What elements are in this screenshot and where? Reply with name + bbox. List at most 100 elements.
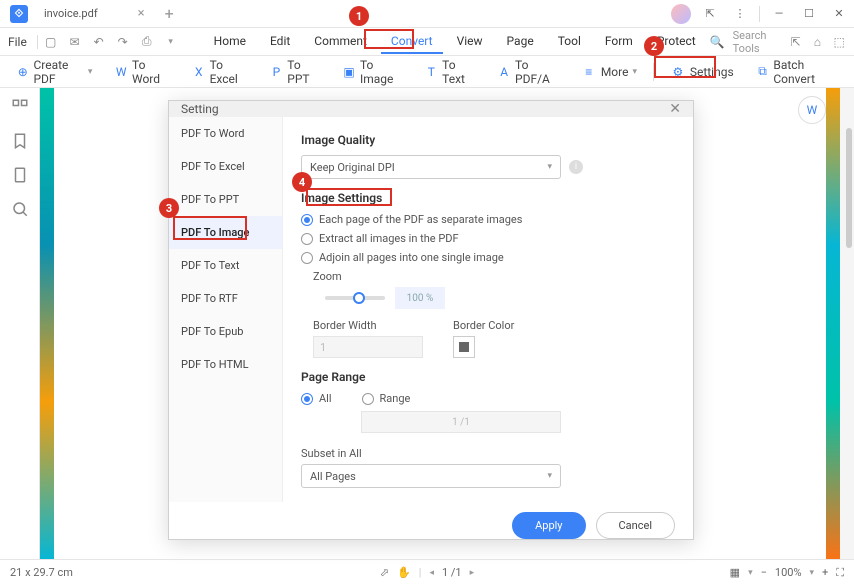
minimize-icon[interactable]: — xyxy=(768,3,790,25)
cancel-button[interactable]: Cancel xyxy=(596,512,675,539)
page-range-title: Page Range xyxy=(301,370,675,384)
dialog-main: Image Quality Keep Original DPI▾ i Image… xyxy=(283,117,693,502)
border-color-label: Border Color xyxy=(453,319,514,332)
to-word-button[interactable]: WTo Word xyxy=(108,55,176,89)
image-settings-title: Image Settings xyxy=(301,191,675,205)
subset-label: Subset in All xyxy=(301,447,675,460)
tab-convert[interactable]: Convert xyxy=(381,30,443,54)
side-pdf-to-ppt[interactable]: PDF To PPT xyxy=(169,183,282,216)
prev-page-icon[interactable]: ◂ xyxy=(429,568,434,578)
subset-dropdown[interactable]: All Pages▾ xyxy=(301,464,561,488)
left-sidebar xyxy=(0,88,40,559)
radio-all[interactable]: All xyxy=(301,392,332,405)
share-icon[interactable]: ⇱ xyxy=(699,3,721,25)
file-menu[interactable]: File xyxy=(8,35,27,49)
qat-expand-icon[interactable]: ▾ xyxy=(162,33,180,51)
zoom-label: Zoom xyxy=(313,270,675,283)
ext3-icon[interactable]: ⬚ xyxy=(832,33,846,51)
to-text-button[interactable]: TTo Text xyxy=(418,55,481,89)
tab-tool[interactable]: Tool xyxy=(548,30,591,54)
image-quality-title: Image Quality xyxy=(301,133,675,147)
mail-icon[interactable]: ✉ xyxy=(66,33,84,51)
zoom-slider[interactable] xyxy=(325,296,385,300)
convert-toolbar: ⊕Create PDF▾ WTo Word XTo Excel PTo PPT … xyxy=(0,56,854,88)
tab-protect[interactable]: Protect xyxy=(647,30,706,54)
side-pdf-to-html[interactable]: PDF To HTML xyxy=(169,348,282,381)
border-width-input[interactable]: 1 xyxy=(313,336,423,358)
page-size: 21 x 29.7 cm xyxy=(10,566,73,579)
statusbar: 21 x 29.7 cm ⬀ ✋ | ◂ 1 /1 ▸ ▦ ▾ − 100% ▾… xyxy=(0,559,854,585)
close-window-icon[interactable]: ✕ xyxy=(828,3,850,25)
more-icon[interactable]: ⋮ xyxy=(729,3,751,25)
tab-view[interactable]: View xyxy=(447,30,493,54)
settings-button[interactable]: ⚙Settings xyxy=(664,61,740,83)
add-tab-icon[interactable]: + xyxy=(165,4,174,23)
radio-range[interactable]: Range xyxy=(362,392,411,405)
tab-filename: invoice.pdf xyxy=(44,7,98,20)
fit-icon[interactable]: ⛶ xyxy=(836,566,844,580)
zoom-level: 100% xyxy=(775,566,802,579)
side-pdf-to-excel[interactable]: PDF To Excel xyxy=(169,150,282,183)
cursor-icon[interactable]: ⬀ xyxy=(380,566,389,579)
batch-convert-button[interactable]: ⧉Batch Convert xyxy=(750,55,844,89)
side-pdf-to-text[interactable]: PDF To Text xyxy=(169,249,282,282)
redo-icon[interactable]: ↷ xyxy=(114,33,132,51)
titlebar: ⟐ invoice.pdf × + ⇱ ⋮ — ☐ ✕ xyxy=(0,0,854,28)
print-icon[interactable]: ⎙ xyxy=(138,33,156,51)
zoom-value: 100 % xyxy=(395,287,445,309)
next-page-icon[interactable]: ▸ xyxy=(470,568,475,578)
search-icon[interactable] xyxy=(11,200,29,218)
ext2-icon[interactable]: ⌂ xyxy=(811,33,825,51)
to-excel-button[interactable]: XTo Excel xyxy=(186,55,254,89)
radio-adjoin-pages[interactable]: Adjoin all pages into one single image xyxy=(301,251,675,264)
page-indicator: 1 /1 xyxy=(442,566,462,579)
zoom-out-icon[interactable]: − xyxy=(761,566,767,579)
tab-edit[interactable]: Edit xyxy=(260,30,300,54)
radio-extract-images[interactable]: Extract all images in the PDF xyxy=(301,232,675,245)
dialog-sidebar: PDF To Word PDF To Excel PDF To PPT PDF … xyxy=(169,117,283,502)
word-float-icon[interactable]: W xyxy=(798,96,826,124)
radio-each-page[interactable]: Each page of the PDF as separate images xyxy=(301,213,675,226)
to-image-button[interactable]: ▣To Image xyxy=(336,55,408,89)
border-width-label: Border Width xyxy=(313,319,423,332)
search-input[interactable]: Search Tools xyxy=(733,29,781,55)
to-pdfa-button[interactable]: ATo PDF/A xyxy=(491,55,564,89)
menubar: File ▢ ✉ ↶ ↷ ⎙ ▾ Home Edit Comment Conve… xyxy=(0,28,854,56)
document-tab[interactable]: invoice.pdf × xyxy=(34,0,155,27)
border-color-input[interactable] xyxy=(453,336,475,358)
scrollbar[interactable] xyxy=(846,128,852,248)
settings-dialog: Setting ✕ PDF To Word PDF To Excel PDF T… xyxy=(168,100,694,540)
bookmark-icon[interactable] xyxy=(11,132,29,150)
layout-icon[interactable]: ▦ xyxy=(730,566,740,579)
side-pdf-to-epub[interactable]: PDF To Epub xyxy=(169,315,282,348)
more-button[interactable]: ≡More▾ xyxy=(575,61,643,83)
image-quality-dropdown[interactable]: Keep Original DPI▾ xyxy=(301,155,561,179)
maximize-icon[interactable]: ☐ xyxy=(798,3,820,25)
avatar[interactable] xyxy=(671,4,691,24)
range-input[interactable]: 1 /1 xyxy=(361,411,561,433)
dialog-close-icon[interactable]: ✕ xyxy=(669,101,681,117)
tab-home[interactable]: Home xyxy=(204,30,256,54)
tab-page[interactable]: Page xyxy=(497,30,544,54)
tab-form[interactable]: Form xyxy=(595,30,643,54)
undo-icon[interactable]: ↶ xyxy=(90,33,108,51)
attachment-icon[interactable] xyxy=(11,166,29,184)
to-ppt-button[interactable]: PTo PPT xyxy=(264,55,327,89)
side-pdf-to-image[interactable]: PDF To Image xyxy=(169,216,282,249)
zoom-in-icon[interactable]: + xyxy=(822,566,828,579)
save-icon[interactable]: ▢ xyxy=(42,33,60,51)
ext1-icon[interactable]: ⇱ xyxy=(789,33,803,51)
app-icon: ⟐ xyxy=(10,5,28,23)
close-tab-icon[interactable]: × xyxy=(138,6,145,21)
dialog-header: Setting ✕ xyxy=(169,101,693,117)
side-pdf-to-word[interactable]: PDF To Word xyxy=(169,117,282,150)
dialog-title: Setting xyxy=(181,102,219,116)
side-pdf-to-rtf[interactable]: PDF To RTF xyxy=(169,282,282,315)
info-icon[interactable]: i xyxy=(569,160,583,174)
create-pdf-button[interactable]: ⊕Create PDF▾ xyxy=(10,55,98,89)
apply-button[interactable]: Apply xyxy=(512,512,585,539)
thumbnails-icon[interactable] xyxy=(11,98,29,116)
tab-comment[interactable]: Comment xyxy=(304,30,377,54)
main-tabs: Home Edit Comment Convert View Page Tool… xyxy=(204,30,706,54)
hand-icon[interactable]: ✋ xyxy=(397,566,411,579)
